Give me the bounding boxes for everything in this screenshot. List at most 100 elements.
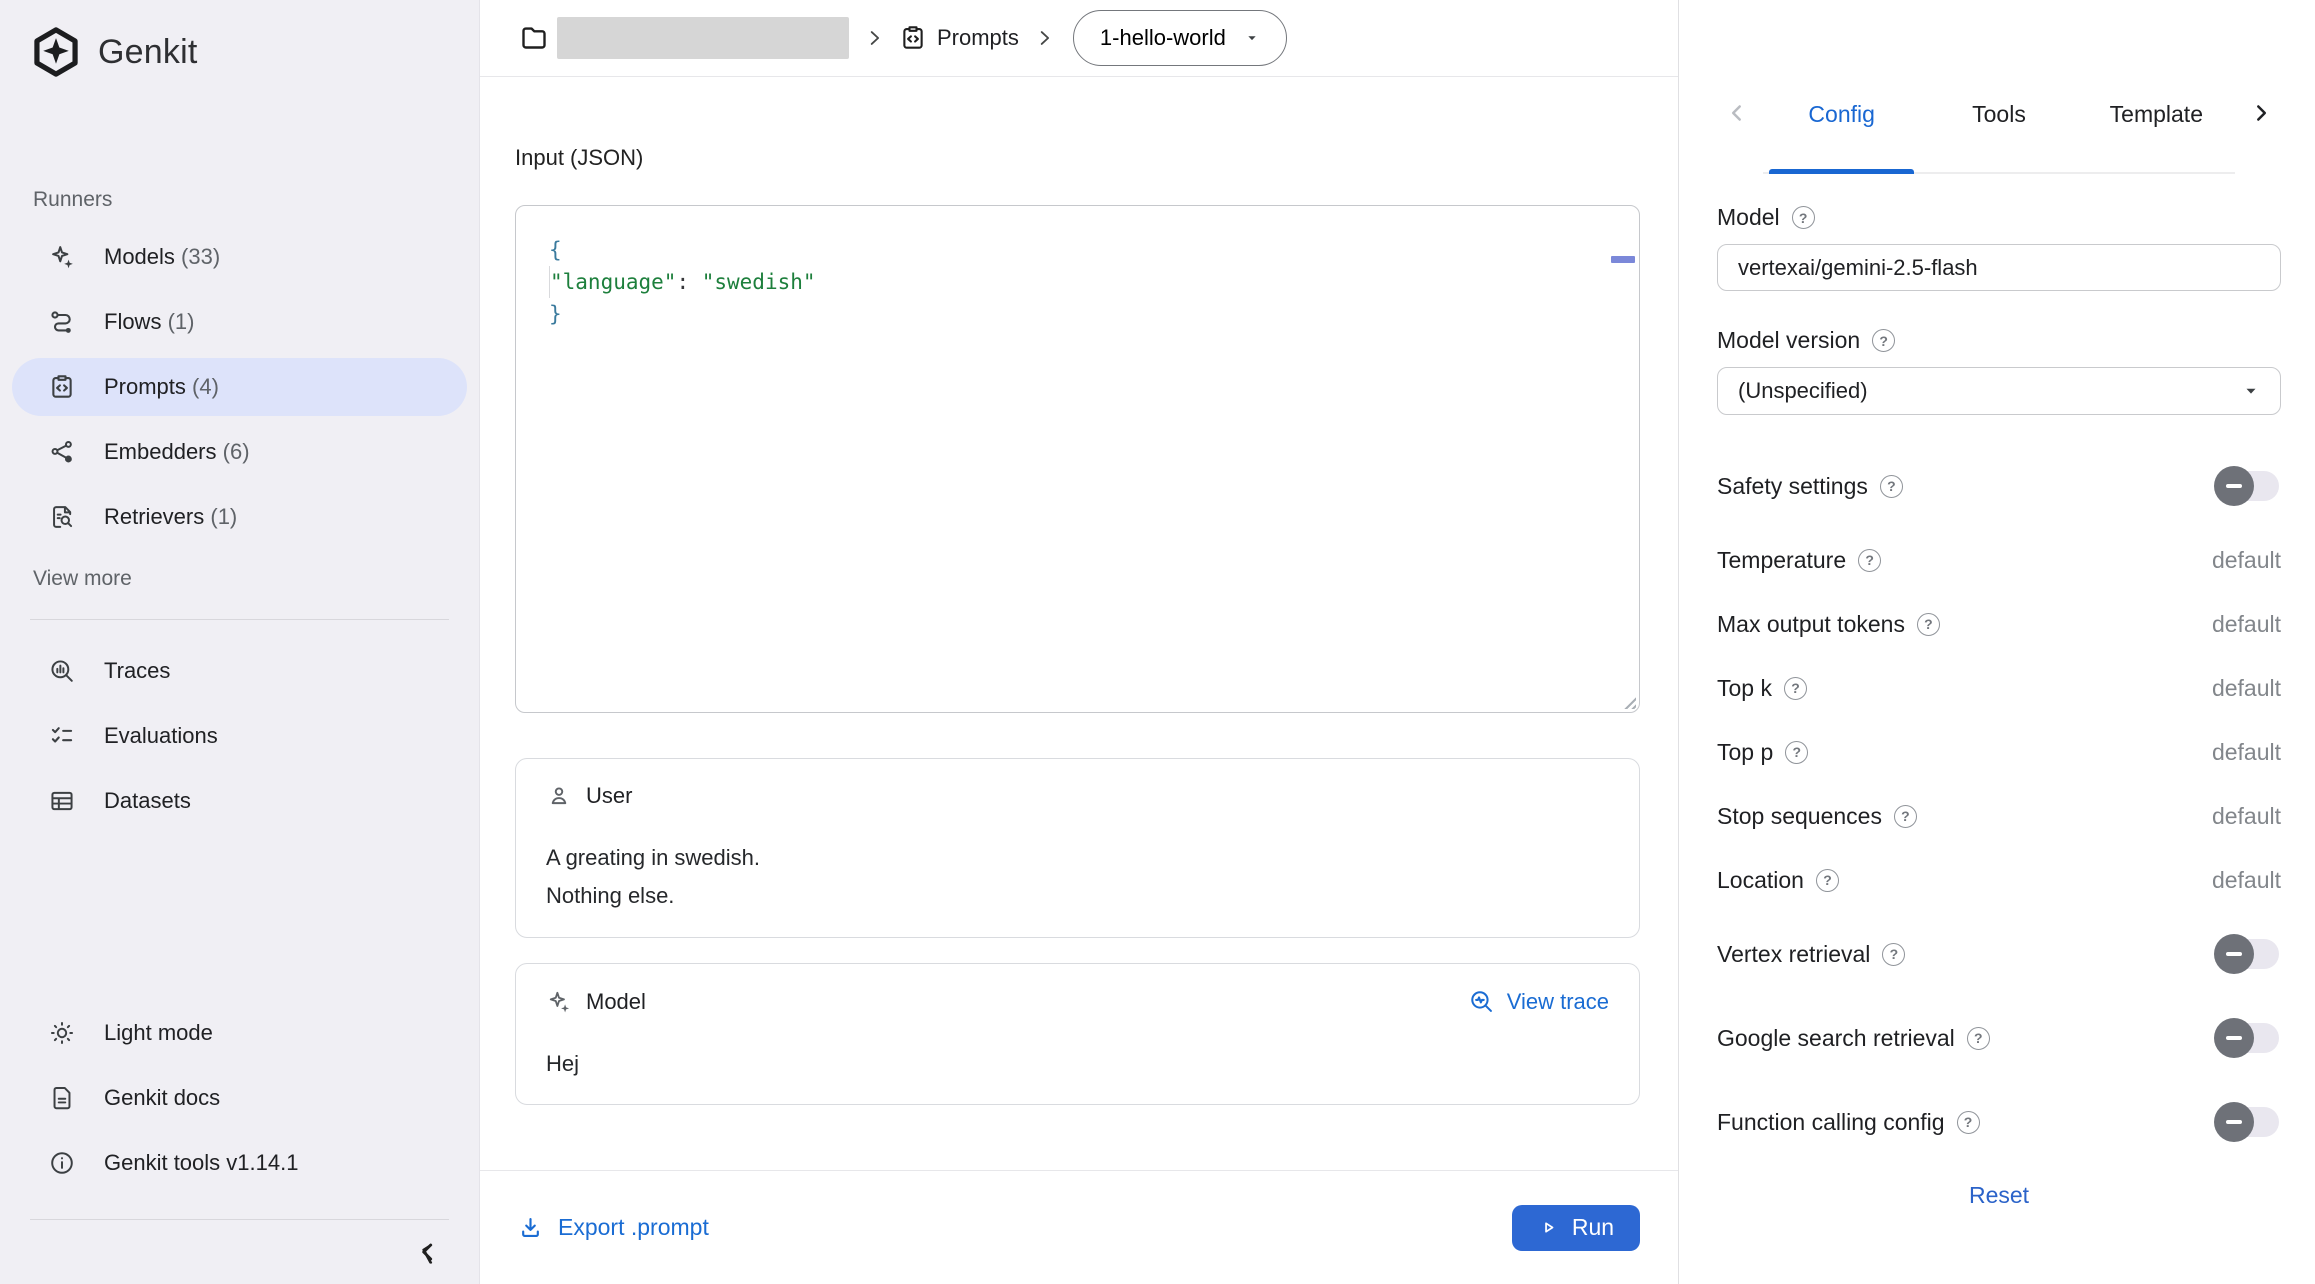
sun-icon bbox=[48, 1019, 76, 1047]
prompt-selector-dropdown[interactable]: 1-hello-world bbox=[1073, 10, 1287, 66]
sparkle-icon bbox=[546, 989, 572, 1015]
help-icon[interactable]: ? bbox=[1880, 475, 1903, 498]
view-trace-link[interactable]: View trace bbox=[1468, 988, 1609, 1015]
tab-config[interactable]: Config bbox=[1763, 101, 1920, 172]
sidebar-item-flows[interactable]: Flows (1) bbox=[12, 293, 467, 351]
tab-tools[interactable]: Tools bbox=[1920, 101, 2077, 172]
sidebar-item-label: Flows bbox=[104, 309, 161, 334]
help-icon[interactable]: ? bbox=[1967, 1027, 1990, 1050]
sidebar-item-retrievers[interactable]: Retrievers (1) bbox=[12, 488, 467, 546]
sidebar-divider bbox=[30, 619, 449, 620]
runner-footer: Export .prompt Run bbox=[480, 1170, 1678, 1284]
help-icon[interactable]: ? bbox=[1894, 805, 1917, 828]
sidebar-item-embedders[interactable]: Embedders (6) bbox=[12, 423, 467, 481]
sidebar-footer-nav: Light mode Genkit docs Genkit tools v1.1… bbox=[0, 1004, 479, 1199]
sidebar-item-label: Evaluations bbox=[104, 723, 218, 749]
reset-button[interactable]: Reset bbox=[1969, 1182, 2029, 1209]
input-json-label: Input (JSON) bbox=[515, 145, 1640, 171]
top-p-value: default bbox=[2212, 739, 2281, 766]
app-title: Genkit bbox=[98, 33, 197, 72]
sidebar-item-label: Models bbox=[104, 244, 175, 269]
code-key: "language" bbox=[550, 270, 676, 294]
toggle-thumb bbox=[2214, 934, 2254, 974]
config-row-google-search-retrieval: Google search retrieval? bbox=[1717, 996, 2281, 1080]
config-row-top-k: Top k? default bbox=[1717, 656, 2281, 720]
sidebar-item-label: Embedders bbox=[104, 439, 217, 464]
help-icon[interactable]: ? bbox=[1792, 206, 1815, 229]
vertex-retrieval-toggle[interactable] bbox=[2217, 939, 2279, 969]
code-value: "swedish" bbox=[702, 270, 816, 294]
breadcrumb-prompts[interactable]: Prompts bbox=[899, 24, 1019, 52]
config-panel: Config Tools Template Model ? Model vers… bbox=[1678, 0, 2315, 1284]
tab-template[interactable]: Template bbox=[2078, 101, 2235, 172]
user-message-line: A greating in swedish. bbox=[546, 839, 1609, 877]
code-open-brace: { bbox=[549, 238, 562, 262]
help-icon[interactable]: ? bbox=[1785, 741, 1808, 764]
user-message-card: User A greating in swedish. Nothing else… bbox=[515, 758, 1640, 938]
sidebar-spacer bbox=[0, 837, 479, 1004]
sidebar-item-datasets[interactable]: Datasets bbox=[12, 772, 467, 830]
sidebar-item-count: (1) bbox=[168, 309, 195, 334]
sidebar-item-prompts[interactable]: Prompts (4) bbox=[12, 358, 467, 416]
sidebar-item-version[interactable]: Genkit tools v1.14.1 bbox=[12, 1134, 467, 1192]
embedders-icon bbox=[48, 438, 76, 466]
collapse-sidebar-icon[interactable] bbox=[415, 1239, 441, 1265]
view-more-link[interactable]: View more bbox=[33, 567, 479, 593]
stop-sequences-value: default bbox=[2212, 803, 2281, 830]
model-version-select[interactable]: (Unspecified) bbox=[1717, 367, 2281, 415]
caret-down-icon bbox=[1244, 30, 1260, 46]
chevron-right-icon bbox=[1033, 27, 1055, 49]
sidebar-item-models[interactable]: Models (33) bbox=[12, 228, 467, 286]
download-icon bbox=[517, 1214, 544, 1241]
editor-resize-handle[interactable] bbox=[1621, 694, 1636, 709]
sidebar-item-label: Genkit docs bbox=[104, 1085, 220, 1111]
tabs-scroll-right-icon[interactable] bbox=[2241, 100, 2281, 174]
sidebar-item-count: (33) bbox=[181, 244, 220, 269]
help-icon[interactable]: ? bbox=[1858, 549, 1881, 572]
help-icon[interactable]: ? bbox=[1784, 677, 1807, 700]
export-prompt-link[interactable]: Export .prompt bbox=[517, 1214, 709, 1241]
chevron-right-icon bbox=[863, 27, 885, 49]
help-icon[interactable]: ? bbox=[1917, 613, 1940, 636]
safety-settings-toggle[interactable] bbox=[2217, 471, 2279, 501]
sparkle-icon bbox=[48, 243, 76, 271]
traces-icon bbox=[48, 657, 76, 685]
editor-scroll-marker bbox=[1611, 256, 1635, 263]
help-icon[interactable]: ? bbox=[1872, 329, 1895, 352]
run-button[interactable]: Run bbox=[1512, 1205, 1640, 1251]
config-row-temperature: Temperature? default bbox=[1717, 528, 2281, 592]
tabs-scroll-left-icon[interactable] bbox=[1717, 100, 1757, 174]
help-icon[interactable]: ? bbox=[1882, 943, 1905, 966]
model-version-label: Model version ? bbox=[1717, 327, 2281, 354]
help-icon[interactable]: ? bbox=[1957, 1111, 1980, 1134]
prompt-runner-content: Input (JSON) { "language": "swedish" } U… bbox=[480, 77, 1678, 1170]
sidebar-item-traces[interactable]: Traces bbox=[12, 642, 467, 700]
input-json-editor[interactable]: { "language": "swedish" } bbox=[515, 205, 1640, 713]
genkit-logo-icon bbox=[30, 26, 82, 78]
datasets-icon bbox=[48, 787, 76, 815]
info-icon bbox=[48, 1149, 76, 1177]
function-calling-config-toggle[interactable] bbox=[2217, 1107, 2279, 1137]
sidebar-item-label: Traces bbox=[104, 658, 170, 684]
config-tabs: Config Tools Template bbox=[1717, 100, 2281, 174]
project-name-redacted[interactable] bbox=[557, 17, 849, 59]
sidebar-item-label: Retrievers bbox=[104, 504, 204, 529]
runners-nav: Models (33) Flows (1) Prompts (4) bbox=[0, 228, 479, 553]
google-search-retrieval-toggle[interactable] bbox=[2217, 1023, 2279, 1053]
sidebar-item-evaluations[interactable]: Evaluations bbox=[12, 707, 467, 765]
sidebar-item-genkit-docs[interactable]: Genkit docs bbox=[12, 1069, 467, 1127]
toggle-thumb bbox=[2214, 1102, 2254, 1142]
breadcrumb-prompts-label: Prompts bbox=[937, 25, 1019, 51]
runners-section-label: Runners bbox=[33, 188, 479, 212]
view-trace-label: View trace bbox=[1507, 989, 1609, 1015]
prompt-icon bbox=[899, 24, 927, 52]
sidebar-item-light-mode[interactable]: Light mode bbox=[12, 1004, 467, 1062]
sidebar-item-label: Light mode bbox=[104, 1020, 213, 1046]
trace-search-icon bbox=[1468, 988, 1495, 1015]
app-logo[interactable]: Genkit bbox=[0, 0, 479, 84]
evaluations-icon bbox=[48, 722, 76, 750]
model-version-value: (Unspecified) bbox=[1738, 378, 1868, 404]
model-input[interactable] bbox=[1717, 244, 2281, 291]
location-value: default bbox=[2212, 867, 2281, 894]
help-icon[interactable]: ? bbox=[1816, 869, 1839, 892]
